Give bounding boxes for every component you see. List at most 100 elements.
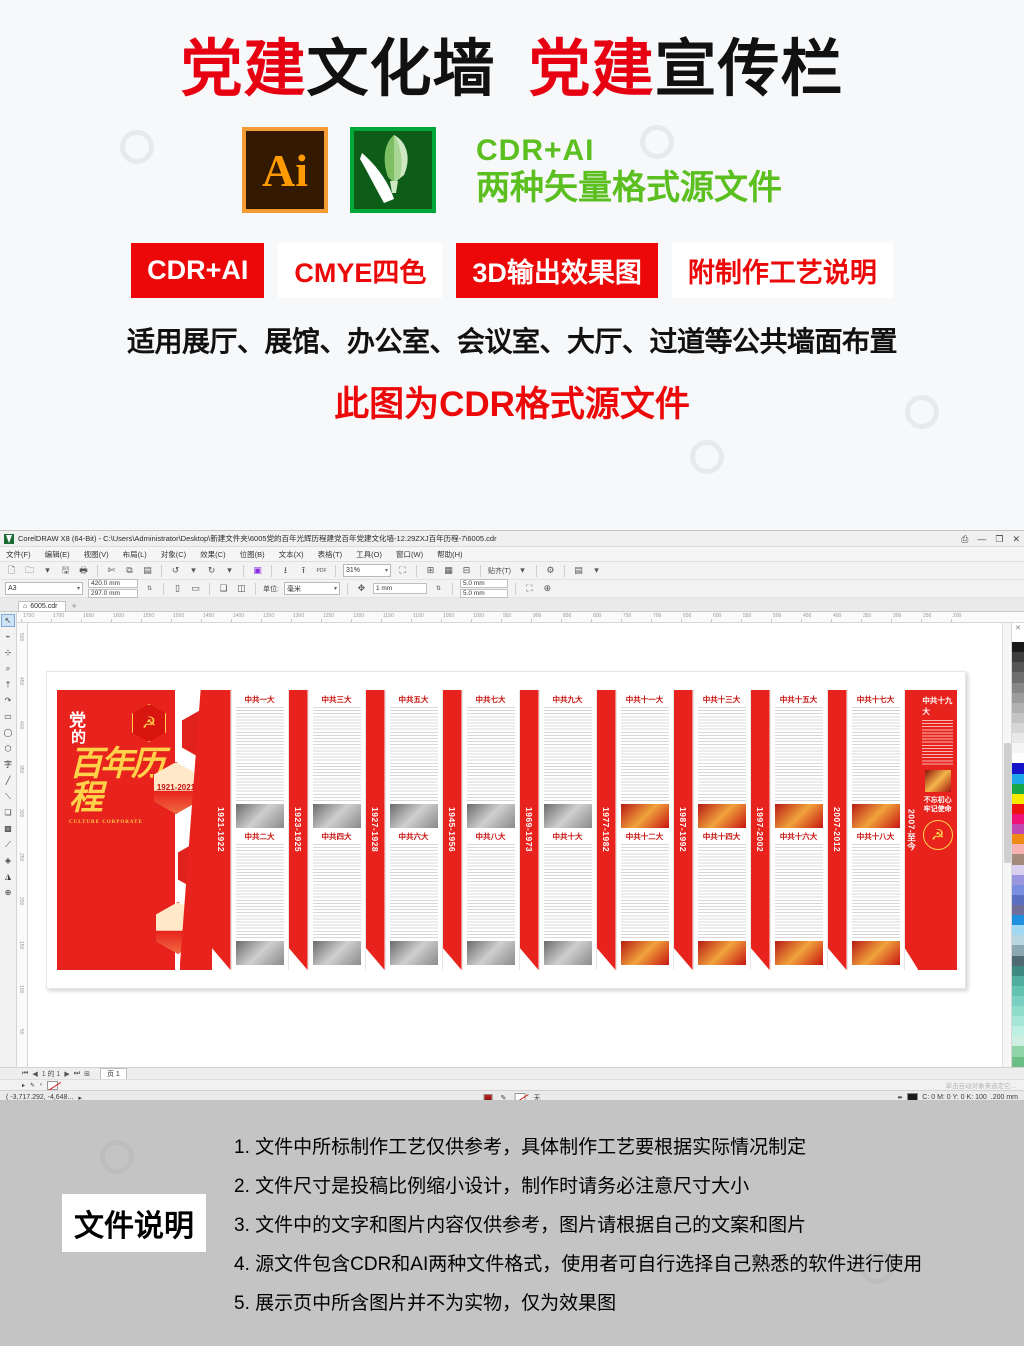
open-document-icon[interactable]: 🗀 <box>23 564 36 577</box>
menu-edit[interactable]: 编辑(E) <box>45 549 70 560</box>
no-color-swatch[interactable]: ✕ <box>1012 623 1024 632</box>
undo-dropdown-icon[interactable]: ▾ <box>187 564 200 577</box>
first-page-icon[interactable]: ⏮ <box>22 1070 28 1078</box>
palette-swatch[interactable] <box>1012 662 1024 673</box>
zoom-level-combo[interactable]: 31% ▾ <box>343 564 391 577</box>
menu-window[interactable]: 窗口(W) <box>396 549 423 560</box>
rectangle-tool[interactable]: ▭ <box>1 710 15 723</box>
date-bar-9[interactable]: 2007-2012 <box>827 690 847 970</box>
drawing-canvas[interactable]: 党 的 百年历程 CULTURE CORPORATE ☭ 不忘初心 <box>28 623 1024 1067</box>
next-page-icon[interactable]: ▶ <box>64 1070 69 1078</box>
palette-swatch[interactable] <box>1012 773 1024 784</box>
document-page[interactable]: 党 的 百年历程 CULTURE CORPORATE ☭ 不忘初心 <box>46 671 966 989</box>
close-icon[interactable]: ✕ <box>1012 534 1020 544</box>
palette-swatch[interactable] <box>1012 935 1024 946</box>
undo-icon[interactable]: ↺ <box>169 564 182 577</box>
menu-layout[interactable]: 布局(L) <box>123 549 147 560</box>
interactive-fill-tool[interactable]: ◈ <box>1 854 15 867</box>
plus-icon[interactable]: + <box>71 601 76 611</box>
object-arrow-icon[interactable]: ‹ <box>40 1082 42 1088</box>
palette-swatch[interactable] <box>1012 652 1024 663</box>
spinner-icon[interactable]: ⇅ <box>143 582 156 595</box>
date-bar-3[interactable]: 1927-1928 <box>365 690 385 970</box>
palette-swatch[interactable] <box>1012 783 1024 794</box>
palette-swatch[interactable] <box>1012 642 1024 653</box>
snap-to-objects-icon[interactable]: ⊕ <box>541 582 554 595</box>
palette-swatch[interactable] <box>1012 955 1024 966</box>
palette-swatch[interactable] <box>1012 692 1024 703</box>
parallel-dimension-tool[interactable]: ╱ <box>1 774 15 787</box>
chevron-down-icon[interactable]: ▾ <box>385 567 388 574</box>
show-hide-grid-icon[interactable]: ▦ <box>442 564 455 577</box>
palette-swatch[interactable] <box>1012 763 1024 774</box>
shape-tool[interactable]: ⌁ <box>1 630 15 643</box>
palette-swatch[interactable] <box>1012 733 1024 744</box>
menu-bitmaps[interactable]: 位图(B) <box>240 549 265 560</box>
palette-swatch[interactable] <box>1012 864 1024 875</box>
show-hide-rulers-icon[interactable]: ⊞ <box>424 564 437 577</box>
palette-swatch[interactable] <box>1012 1006 1024 1017</box>
object-pen-icon[interactable]: ✎ <box>30 1082 35 1089</box>
menu-object[interactable]: 对象(C) <box>161 549 186 560</box>
show-hide-guides-icon[interactable]: ⊟ <box>460 564 473 577</box>
menu-text[interactable]: 文本(X) <box>279 549 304 560</box>
palette-swatch[interactable] <box>1012 702 1024 713</box>
date-bar-4[interactable]: 1945-1956 <box>442 690 462 970</box>
palette-swatch[interactable] <box>1012 1016 1024 1027</box>
application-launcher-icon[interactable]: ▤ <box>572 564 585 577</box>
save-icon[interactable]: 🖫 <box>59 564 72 577</box>
gear-icon[interactable]: ⚙ <box>544 564 557 577</box>
document-tab-6005[interactable]: ⌂ 6005.cdr <box>18 601 67 611</box>
congress-panel-8[interactable]: 中共十五大 中共十六大 <box>769 690 828 970</box>
spinner-icon[interactable]: ⇅ <box>432 582 445 595</box>
date-bar-6[interactable]: 1977-1982 <box>596 690 616 970</box>
congress-panel-9[interactable]: 中共十七大 中共十八大 <box>846 690 905 970</box>
redo-icon[interactable]: ↻ <box>205 564 218 577</box>
date-bar-7[interactable]: 1987-1992 <box>673 690 693 970</box>
vertical-scrollbar[interactable] <box>1002 623 1011 1067</box>
paste-icon[interactable]: ▤ <box>141 564 154 577</box>
restore-icon[interactable]: ❐ <box>995 534 1003 544</box>
polygon-tool[interactable]: ⬡ <box>1 742 15 755</box>
palette-swatch[interactable] <box>1012 743 1024 754</box>
palette-swatch[interactable] <box>1012 834 1024 845</box>
congress-panel-3[interactable]: 中共五大 中共六大 <box>384 690 443 970</box>
text-tool[interactable]: 字 <box>1 758 15 771</box>
snap-to-label[interactable]: 贴齐(T) <box>488 566 511 576</box>
import-icon[interactable]: ⭳ <box>279 564 292 577</box>
page-height-field[interactable]: 297.0 mm <box>88 589 138 598</box>
straight-line-connector-tool[interactable]: ⟍ <box>1 790 15 803</box>
chevron-down-icon[interactable]: ▾ <box>516 564 529 577</box>
portrait-icon[interactable]: ▯ <box>171 582 184 595</box>
cut-icon[interactable]: ✄ <box>105 564 118 577</box>
pick-tool[interactable]: ↖ <box>1 614 15 627</box>
nudge-distance-field[interactable]: 1 mm <box>372 583 427 594</box>
no-fill-swatch[interactable] <box>47 1080 59 1090</box>
palette-swatch[interactable] <box>1012 884 1024 895</box>
palette-swatch[interactable] <box>1012 854 1024 865</box>
palette-swatch[interactable] <box>1012 1026 1024 1037</box>
palette-swatch[interactable] <box>1012 632 1024 643</box>
menu-table[interactable]: 表格(T) <box>318 549 343 560</box>
zoom-tool[interactable]: ⌕ <box>1 662 15 675</box>
minimize-icon[interactable]: — <box>977 534 986 544</box>
palette-swatch[interactable] <box>1012 975 1024 986</box>
menu-file[interactable]: 文件(F) <box>6 549 31 560</box>
palette-swatch[interactable] <box>1012 985 1024 996</box>
palette-swatch[interactable] <box>1012 722 1024 734</box>
palette-swatch[interactable] <box>1012 915 1024 926</box>
congress-panel-2[interactable]: 中共三大 中共四大 <box>307 690 366 970</box>
no-outline-swatch[interactable] <box>514 1093 526 1100</box>
palette-swatch[interactable] <box>1012 1046 1024 1057</box>
page-size-combo[interactable]: A3 ▾ <box>5 582 83 595</box>
palette-swatch[interactable] <box>1012 945 1024 956</box>
restore-layout-icon[interactable]: ⎙ <box>961 534 968 544</box>
previous-page-icon[interactable]: ◀ <box>32 1070 37 1078</box>
object-pointer-icon[interactable]: ▸ <box>22 1082 25 1089</box>
palette-swatch[interactable] <box>1012 1036 1024 1047</box>
congress-panel-1[interactable]: 中共一大 中共二大 <box>230 690 289 970</box>
copy-icon[interactable]: ⧉ <box>123 564 136 577</box>
date-bar-5[interactable]: 1969-1973 <box>519 690 539 970</box>
date-bar-final[interactable]: 2007-至今 <box>904 690 919 970</box>
date-bar-8[interactable]: 1997-2002 <box>750 690 770 970</box>
